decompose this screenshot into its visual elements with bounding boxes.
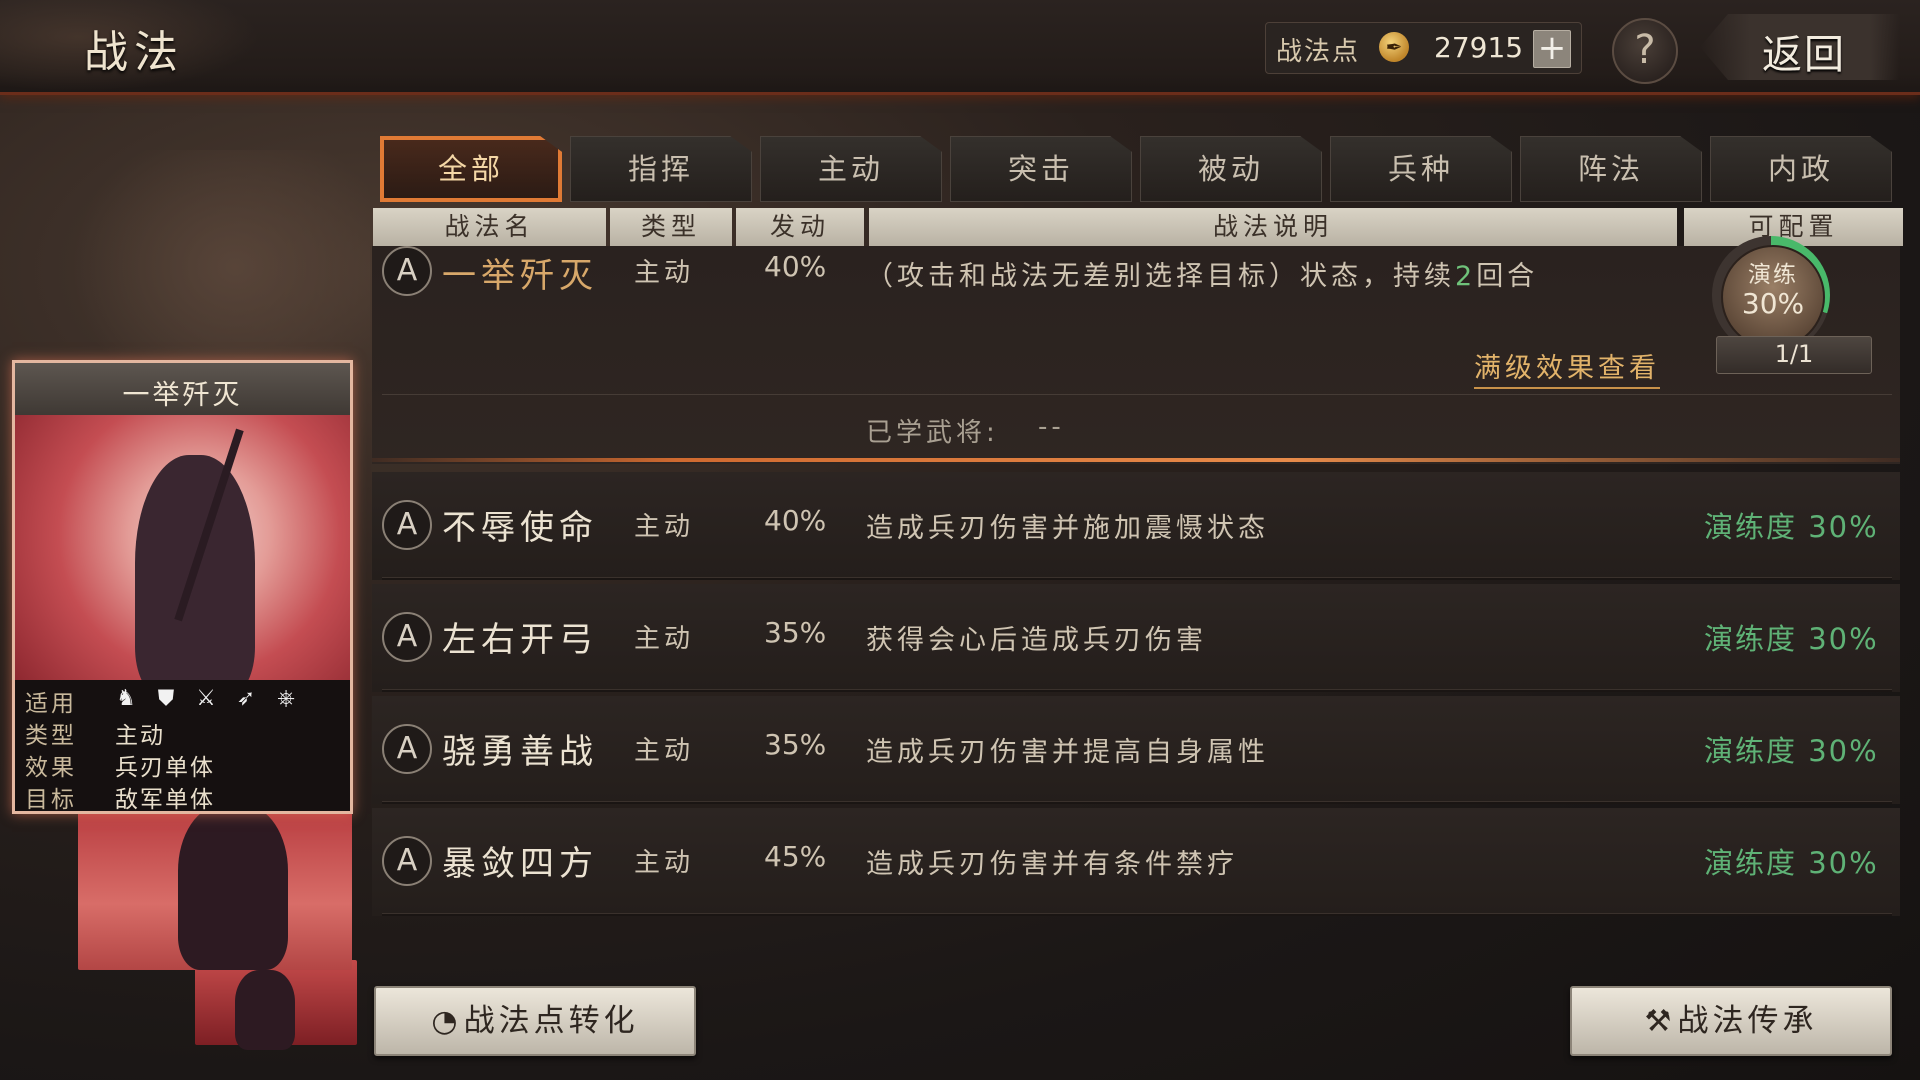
- drill-progress: 演练度 30%: [1704, 734, 1879, 768]
- tactic-rate: 40%: [764, 250, 827, 283]
- grade-badge: A: [382, 612, 432, 662]
- top-bar: 战法 战法点 ✒ 27915 + ? 返回: [0, 0, 1920, 95]
- column-header-name[interactable]: 战法名: [373, 208, 606, 246]
- tactic-rate: 35%: [764, 728, 827, 761]
- card-artwork: [15, 415, 350, 680]
- card-type-label: 类型: [25, 723, 77, 749]
- column-header-description: 战法说明: [869, 208, 1677, 246]
- tactic-rate: 40%: [764, 504, 827, 537]
- tactic-rate: 45%: [764, 840, 827, 873]
- tab-internal-affairs[interactable]: 内政: [1710, 136, 1892, 202]
- tab-troop-type[interactable]: 兵种: [1330, 136, 1512, 202]
- shield-icon: ⛊: [157, 686, 175, 711]
- tactic-type: 主动: [634, 736, 695, 766]
- tactic-description: （攻击和战法无差别选择目标）状态，持续2回合: [866, 254, 1538, 293]
- tactic-description: 造成兵刃伤害并施加震慑状态: [866, 513, 1269, 544]
- hammer-icon: ⚒: [1644, 1004, 1676, 1039]
- tactic-points-box: 战法点 ✒ 27915 +: [1265, 22, 1582, 74]
- drill-count: 1/1: [1774, 340, 1814, 368]
- column-header-type[interactable]: 类型: [610, 208, 732, 246]
- tactic-rate: 35%: [764, 616, 827, 649]
- tactic-row[interactable]: A 左右开弓 主动 35% 获得会心后造成兵刃伤害 演练度 30%: [372, 584, 1900, 692]
- page-title: 战法: [84, 27, 184, 78]
- tab-passive[interactable]: 被动: [1140, 136, 1322, 202]
- inherit-tactic-button[interactable]: ⚒战法传承: [1570, 986, 1892, 1056]
- tactic-description-prefix: （攻击和战法无差别选择目标）状态，持续: [866, 261, 1455, 292]
- tactic-description-suffix: 回合: [1476, 261, 1539, 292]
- tactic-description: 造成兵刃伤害并有条件禁疗: [866, 849, 1238, 880]
- tab-formation[interactable]: 阵法: [1520, 136, 1702, 202]
- tactic-row[interactable]: A 暴敛四方 主动 45% 造成兵刃伤害并有条件禁疗 演练度 30%: [372, 808, 1900, 916]
- convert-points-button[interactable]: ◔战法点转化: [374, 986, 696, 1056]
- cavalry-icon: ♞: [116, 686, 136, 711]
- selected-row-underline: [372, 458, 1900, 462]
- card-effect-label: 效果: [25, 755, 77, 781]
- points-icon: ◔: [431, 1004, 462, 1039]
- back-button[interactable]: 返回: [1700, 14, 1900, 80]
- drill-count-bar: 1/1: [1716, 336, 1872, 374]
- grade-badge: A: [382, 500, 432, 550]
- grade-badge: A: [382, 246, 432, 296]
- tab-command[interactable]: 指挥: [570, 136, 752, 202]
- drill-progress: 演练度 30%: [1704, 846, 1879, 880]
- drill-ring-center: 演练 30%: [1721, 245, 1825, 349]
- wheel-icon: ⎈: [277, 686, 295, 711]
- tactic-description: 造成兵刃伤害并提高自身属性: [866, 737, 1269, 768]
- tactic-card-stack-middle: [78, 805, 352, 970]
- row-divider: [382, 913, 1892, 916]
- crossed-swords-icon: ⚔: [196, 686, 216, 711]
- row-divider: [382, 577, 1892, 580]
- tactic-name: 左右开弓: [442, 620, 598, 660]
- tactic-row[interactable]: A 骁勇善战 主动 35% 造成兵刃伤害并提高自身属性 演练度 30%: [372, 696, 1900, 804]
- grade-badge: A: [382, 836, 432, 886]
- drill-label: 演练: [1748, 262, 1798, 288]
- tactic-list[interactable]: A 一举歼灭 主动 40% （攻击和战法无差别选择目标）状态，持续2回合 满级效…: [372, 246, 1900, 956]
- tactic-description: 获得会心后造成兵刃伤害: [866, 625, 1207, 656]
- card-applicable-label: 适用: [25, 691, 77, 717]
- column-header-rate[interactable]: 发动: [736, 208, 864, 246]
- row-divider: [382, 394, 1892, 395]
- tactic-points-value: 27915: [1434, 31, 1524, 64]
- tactic-name: 不辱使命: [442, 508, 598, 548]
- tab-active[interactable]: 主动: [760, 136, 942, 202]
- full-level-effect-link[interactable]: 满级效果查看: [1474, 346, 1660, 389]
- tactic-row[interactable]: A 不辱使命 主动 40% 造成兵刃伤害并施加震慑状态 演练度 30%: [372, 472, 1900, 580]
- tactic-points-icon: ✒: [1379, 32, 1409, 62]
- learned-generals-label: 已学武将:: [866, 418, 999, 448]
- drill-progress: 演练度 30%: [1704, 622, 1879, 656]
- tactic-card-stack-back: [195, 960, 357, 1050]
- tactic-name: 暴敛四方: [442, 844, 598, 884]
- drill-percent: 30%: [1741, 287, 1805, 320]
- card-target-label: 目标: [25, 787, 77, 813]
- card-target-value: 敌军单体: [115, 787, 215, 813]
- drill-progress: 演练度 30%: [1704, 510, 1879, 544]
- add-points-button[interactable]: +: [1533, 30, 1571, 68]
- grade-badge: A: [382, 724, 432, 774]
- bow-icon: ➶: [236, 686, 256, 711]
- tactic-type: 主动: [634, 624, 695, 654]
- help-button[interactable]: ?: [1612, 18, 1678, 84]
- tactic-type: 主动: [634, 258, 695, 288]
- row-divider: [382, 689, 1892, 692]
- tactic-points-label: 战法点: [1276, 37, 1361, 67]
- tab-assault[interactable]: 突击: [950, 136, 1132, 202]
- card-title: 一举歼灭: [122, 380, 243, 411]
- card-type-value: 主动: [115, 723, 165, 749]
- tactic-detail-card: 一举歼灭 适用 ♞ ⛊ ⚔ ➶ ⎈ 类型 主动 效果 兵刃单体 目标 敌军单体: [12, 360, 353, 814]
- convert-points-label: 战法点转化: [463, 1003, 639, 1039]
- tactic-name: 骁勇善战: [442, 732, 598, 772]
- tactic-name: 一举歼灭: [442, 256, 598, 296]
- tactic-type: 主动: [634, 848, 695, 878]
- card-effect-value: 兵刃单体: [115, 755, 215, 781]
- row-divider: [382, 801, 1892, 804]
- back-button-label: 返回: [1762, 32, 1846, 78]
- card-title-bar: 一举歼灭: [15, 363, 350, 417]
- tactic-type: 主动: [634, 512, 695, 542]
- inherit-tactic-label: 战法传承: [1677, 1003, 1818, 1039]
- learned-generals-value: --: [1038, 412, 1065, 442]
- tactic-description-duration: 2: [1455, 261, 1477, 292]
- tactic-row-expanded[interactable]: A 一举歼灭 主动 40% （攻击和战法无差别选择目标）状态，持续2回合 满级效…: [372, 246, 1900, 464]
- tab-all[interactable]: 全部: [380, 136, 562, 202]
- card-info-panel: 适用 ♞ ⛊ ⚔ ➶ ⎈ 类型 主动 效果 兵刃单体 目标 敌军单体: [15, 680, 350, 813]
